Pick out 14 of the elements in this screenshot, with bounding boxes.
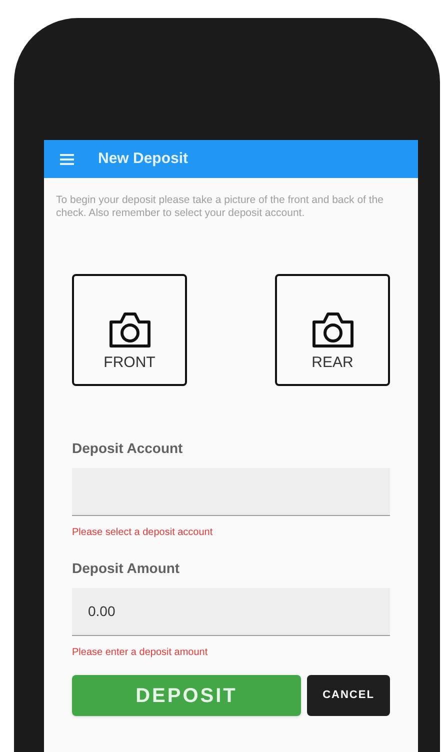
photo-button[interactable]: REAR: [275, 274, 390, 386]
photo-button[interactable]: FRONT: [72, 274, 187, 386]
input-field[interactable]: 0.00: [72, 588, 390, 636]
intro-text: To begin your deposit please take a picture of the front and back of the check. Also remember to select your deposit account.: [55, 193, 384, 220]
error-message: Please enter a deposit amount: [72, 646, 209, 660]
cancel-button[interactable]: CANCEL: [307, 675, 390, 716]
input-field[interactable]: [72, 468, 390, 516]
app-title: New Deposit: [98, 148, 188, 169]
menu-icon[interactable]: [60, 154, 74, 164]
field-label: Deposit Amount: [72, 559, 181, 578]
error-message: Please select a deposit account: [72, 526, 214, 540]
camera-icon: [310, 310, 356, 350]
camera-icon: [106, 310, 152, 350]
field-label: Deposit Account: [72, 439, 184, 458]
